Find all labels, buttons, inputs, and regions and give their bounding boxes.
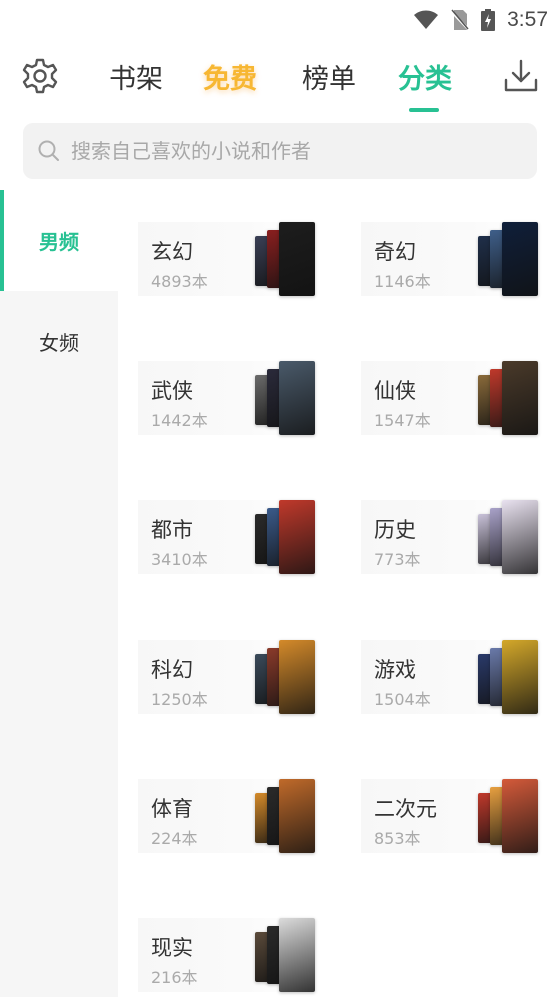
- category-name: 游戏: [374, 658, 416, 682]
- book-covers: [478, 222, 538, 296]
- category-name: 仙侠: [374, 379, 416, 403]
- book-covers: [255, 222, 315, 296]
- category-count: 773本: [374, 550, 421, 569]
- book-covers: [255, 640, 315, 714]
- category-count: 3410本: [151, 550, 208, 569]
- category-card[interactable]: 现实 216本: [138, 918, 315, 992]
- book-covers: [478, 361, 538, 435]
- status-bar: 3:57: [0, 0, 560, 40]
- tab-bookshelf[interactable]: 书架: [106, 54, 166, 98]
- category-name: 奇幻: [374, 240, 416, 264]
- book-cover: [279, 222, 315, 296]
- book-cover: [279, 361, 315, 435]
- category-name: 科幻: [151, 658, 193, 682]
- category-count: 216本: [151, 968, 198, 987]
- download-icon: [504, 59, 538, 92]
- category-count: 224本: [151, 829, 198, 848]
- category-card[interactable]: 体育 224本: [138, 779, 315, 853]
- category-count: 853本: [374, 829, 421, 848]
- category-count: 4893本: [151, 272, 208, 291]
- book-covers: [255, 361, 315, 435]
- book-covers: [478, 779, 538, 853]
- gear-icon: [22, 58, 58, 94]
- book-cover: [279, 779, 315, 853]
- category-card[interactable]: 游戏 1504本: [361, 640, 538, 714]
- book-covers: [255, 918, 315, 992]
- no-sim-icon: [451, 9, 470, 31]
- category-name: 玄幻: [151, 240, 193, 264]
- category-card[interactable]: 都市 3410本: [138, 500, 315, 574]
- category-name: 二次元: [374, 797, 437, 821]
- book-cover: [502, 222, 538, 296]
- gender-sidebar: 男频 女频: [0, 190, 118, 997]
- search-icon: [38, 140, 59, 161]
- search-input[interactable]: [71, 139, 511, 163]
- tab-categories[interactable]: 分类: [394, 54, 456, 98]
- category-count: 1504本: [374, 690, 431, 709]
- status-time: 3:57: [507, 8, 548, 31]
- book-covers: [255, 500, 315, 574]
- wifi-icon: [414, 10, 439, 29]
- category-name: 现实: [151, 936, 193, 960]
- tab-rankings[interactable]: 榜单: [298, 54, 360, 98]
- category-name: 武侠: [151, 379, 193, 403]
- category-card[interactable]: 奇幻 1146本: [361, 222, 538, 296]
- category-count: 1442本: [151, 411, 208, 430]
- book-covers: [478, 640, 538, 714]
- category-card[interactable]: 仙侠 1547本: [361, 361, 538, 435]
- sidebar-item-label: 女频: [39, 331, 79, 355]
- category-count: 1146本: [374, 272, 431, 291]
- sidebar-item-female[interactable]: 女频: [0, 291, 118, 392]
- book-covers: [478, 500, 538, 574]
- sidebar-item-male[interactable]: 男频: [0, 190, 118, 291]
- category-name: 历史: [374, 518, 416, 542]
- category-name: 体育: [151, 797, 193, 821]
- book-cover: [502, 500, 538, 574]
- book-cover: [502, 640, 538, 714]
- book-cover: [502, 779, 538, 853]
- book-covers: [255, 779, 315, 853]
- category-card[interactable]: 科幻 1250本: [138, 640, 315, 714]
- sidebar-item-label: 男频: [39, 230, 79, 254]
- book-cover: [279, 918, 315, 992]
- category-card[interactable]: 历史 773本: [361, 500, 538, 574]
- category-count: 1250本: [151, 690, 208, 709]
- tab-free[interactable]: 免费: [198, 54, 262, 98]
- active-tab-indicator: [409, 108, 439, 112]
- book-cover: [502, 361, 538, 435]
- category-name: 都市: [151, 518, 193, 542]
- settings-button[interactable]: [20, 56, 60, 96]
- download-button[interactable]: [501, 56, 541, 96]
- category-card[interactable]: 二次元 853本: [361, 779, 538, 853]
- battery-charging-icon: [481, 9, 496, 31]
- category-card[interactable]: 玄幻 4893本: [138, 222, 315, 296]
- book-cover: [279, 500, 315, 574]
- top-nav: 书架 免费 榜单 分类: [0, 44, 560, 116]
- category-card[interactable]: 武侠 1442本: [138, 361, 315, 435]
- book-cover: [279, 640, 315, 714]
- search-bar[interactable]: [23, 123, 537, 179]
- category-count: 1547本: [374, 411, 431, 430]
